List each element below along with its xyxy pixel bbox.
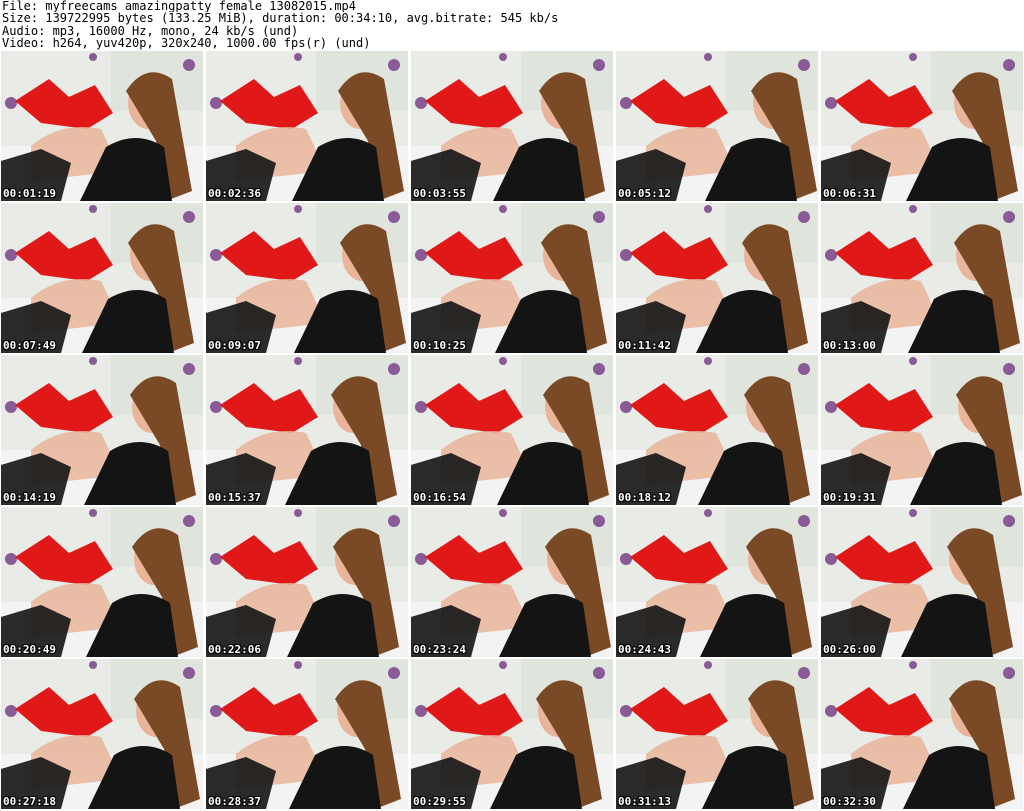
video-frame-thumbnail: 00:07:49 — [1, 203, 203, 353]
frame-timestamp: 00:09:07 — [208, 339, 261, 352]
video-frame-thumbnail: 00:18:12 — [616, 355, 818, 505]
frame-scene-image — [206, 355, 408, 505]
frame-timestamp: 00:23:24 — [413, 643, 466, 656]
frame-timestamp: 00:32:30 — [823, 795, 876, 808]
frame-timestamp: 00:18:12 — [618, 491, 671, 504]
video-frame-thumbnail: 00:19:31 — [821, 355, 1023, 505]
frame-scene-image — [821, 203, 1023, 353]
thumbnail-grid: 00:01:19 00:02:36 00:03:55 00:05:12 00:06:31… — [1, 51, 1023, 810]
frame-timestamp: 00:24:43 — [618, 643, 671, 656]
video-frame-thumbnail: 00:10:25 — [411, 203, 613, 353]
video-frame-thumbnail: 00:14:19 — [1, 355, 203, 505]
video-frame-thumbnail: 00:11:42 — [616, 203, 818, 353]
frame-timestamp: 00:31:13 — [618, 795, 671, 808]
frame-scene-image — [411, 355, 613, 505]
frame-timestamp: 00:11:42 — [618, 339, 671, 352]
frame-timestamp: 00:20:49 — [3, 643, 56, 656]
video-frame-thumbnail: 00:26:00 — [821, 507, 1023, 657]
frame-timestamp: 00:13:00 — [823, 339, 876, 352]
frame-scene-image — [1, 51, 203, 201]
frame-timestamp: 00:01:19 — [3, 187, 56, 200]
frame-timestamp: 00:07:49 — [3, 339, 56, 352]
frame-scene-image — [1, 203, 203, 353]
frame-scene-image — [411, 659, 613, 809]
frame-timestamp: 00:22:06 — [208, 643, 261, 656]
video-frame-thumbnail: 00:20:49 — [1, 507, 203, 657]
frame-scene-image — [821, 507, 1023, 657]
frame-scene-image — [821, 51, 1023, 201]
video-frame-thumbnail: 00:16:54 — [411, 355, 613, 505]
file-size-line: Size: 139722995 bytes (133.25 MiB), dura… — [2, 12, 559, 25]
frame-timestamp: 00:10:25 — [413, 339, 466, 352]
video-frame-thumbnail: 00:02:36 — [206, 51, 408, 201]
frame-timestamp: 00:29:55 — [413, 795, 466, 808]
frame-scene-image — [206, 507, 408, 657]
frame-scene-image — [411, 203, 613, 353]
frame-scene-image — [411, 507, 613, 657]
frame-scene-image — [206, 203, 408, 353]
frame-timestamp: 00:03:55 — [413, 187, 466, 200]
video-frame-thumbnail: 00:15:37 — [206, 355, 408, 505]
video-frame-thumbnail: 00:05:12 — [616, 51, 818, 201]
frame-scene-image — [1, 659, 203, 809]
frame-timestamp: 00:05:12 — [618, 187, 671, 200]
frame-scene-image — [616, 659, 818, 809]
video-frame-thumbnail: 00:28:37 — [206, 659, 408, 809]
frame-scene-image — [616, 355, 818, 505]
video-frame-thumbnail: 00:06:31 — [821, 51, 1023, 201]
video-info-line: Video: h264, yuv420p, 320x240, 1000.00 f… — [2, 37, 371, 50]
file-name-line: File: myfreecams_amazingpatty_female_130… — [2, 0, 357, 13]
frame-timestamp: 00:19:31 — [823, 491, 876, 504]
frame-scene-image — [616, 203, 818, 353]
frame-scene-image — [616, 507, 818, 657]
frame-timestamp: 00:06:31 — [823, 187, 876, 200]
frame-scene-image — [1, 507, 203, 657]
video-frame-thumbnail: 00:03:55 — [411, 51, 613, 201]
frame-scene-image — [411, 51, 613, 201]
frame-scene-image — [206, 51, 408, 201]
frame-timestamp: 00:27:18 — [3, 795, 56, 808]
video-frame-thumbnail: 00:32:30 — [821, 659, 1023, 809]
file-info-header: File: myfreecams_amazingpatty_female_130… — [2, 0, 1022, 50]
frame-scene-image — [206, 659, 408, 809]
video-frame-thumbnail: 00:29:55 — [411, 659, 613, 809]
audio-info-line: Audio: mp3, 16000 Hz, mono, 24 kb/s (und… — [2, 24, 299, 38]
frame-scene-image — [1, 355, 203, 505]
video-frame-thumbnail: 00:13:00 — [821, 203, 1023, 353]
frame-scene-image — [821, 659, 1023, 809]
frame-timestamp: 00:14:19 — [3, 491, 56, 504]
frame-timestamp: 00:16:54 — [413, 491, 466, 504]
video-frame-thumbnail: 00:09:07 — [206, 203, 408, 353]
frame-timestamp: 00:26:00 — [823, 643, 876, 656]
video-frame-thumbnail: 00:27:18 — [1, 659, 203, 809]
video-frame-thumbnail: 00:22:06 — [206, 507, 408, 657]
frame-scene-image — [616, 51, 818, 201]
video-frame-thumbnail: 00:01:19 — [1, 51, 203, 201]
frame-timestamp: 00:28:37 — [208, 795, 261, 808]
video-frame-thumbnail: 00:24:43 — [616, 507, 818, 657]
frame-timestamp: 00:02:36 — [208, 187, 261, 200]
video-frame-thumbnail: 00:31:13 — [616, 659, 818, 809]
frame-timestamp: 00:15:37 — [208, 491, 261, 504]
frame-scene-image — [821, 355, 1023, 505]
video-frame-thumbnail: 00:23:24 — [411, 507, 613, 657]
